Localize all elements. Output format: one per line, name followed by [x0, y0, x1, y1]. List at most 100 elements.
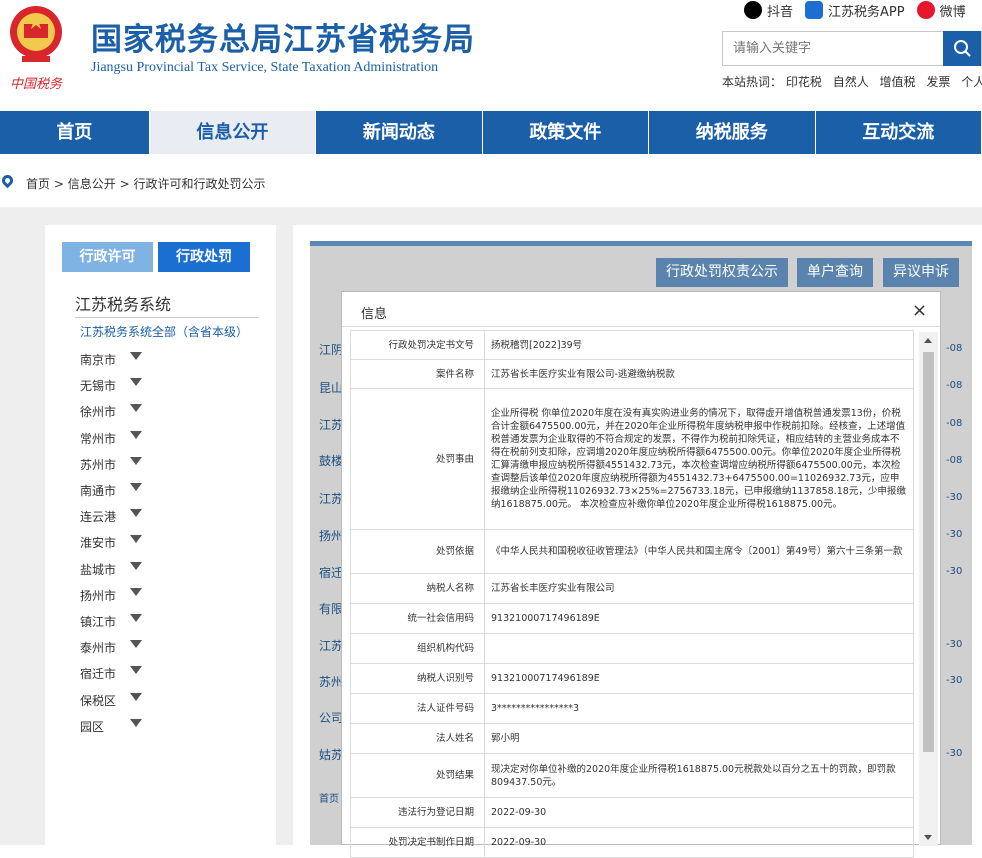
table-row-date: -08: [946, 343, 963, 354]
dialog-scrollbar[interactable]: [919, 332, 938, 846]
hot-word[interactable]: 个人: [961, 75, 982, 89]
nav-tax-service[interactable]: 纳税服务: [649, 111, 816, 154]
hot-word[interactable]: 增值税: [880, 75, 916, 89]
field-label: 统一社会信用码: [350, 603, 485, 634]
nav-interaction[interactable]: 互动交流: [816, 111, 982, 154]
sidebar-item-all[interactable]: 江苏税务系统全部（含省本级）: [80, 323, 248, 340]
top-link-douyin[interactable]: 抖音: [744, 0, 793, 20]
table-row-label[interactable]: 扬州: [319, 527, 343, 544]
sidebar-item-city[interactable]: 盐城市: [80, 561, 142, 578]
field-value: 企业所得税 你单位2020年度在没有真实购进业务的情况下，取得虚开增值税普通发票…: [484, 388, 914, 530]
chevron-down-icon[interactable]: [130, 509, 142, 518]
table-row-label[interactable]: 首页: [319, 790, 339, 805]
sidebar-item-city[interactable]: 常州市: [80, 430, 142, 447]
system-heading: 江苏税务系统: [75, 295, 172, 314]
nav-info-public[interactable]: 信息公开: [149, 111, 317, 154]
search-input[interactable]: [723, 32, 945, 65]
weibo-icon: [916, 1, 935, 19]
dialog-title: 信息: [361, 307, 388, 322]
table-row-label[interactable]: 江苏: [319, 637, 343, 654]
hot-word[interactable]: 印花税: [786, 75, 822, 89]
breadcrumb-home[interactable]: 首页: [26, 177, 50, 191]
divider: [342, 326, 940, 327]
field-value: 《中华人民共和国税收征收管理法》（中华人民共和国主席令〔2001〕第49号）第六…: [484, 529, 914, 574]
table-row-label[interactable]: 姑苏: [319, 746, 343, 763]
sidebar-item-city[interactable]: 徐州市: [80, 403, 142, 420]
table-row-label[interactable]: 鼓楼: [319, 452, 343, 469]
scrollbar-thumb[interactable]: [923, 352, 934, 752]
sidebar-item-city[interactable]: 宿迁市: [80, 665, 142, 682]
breadcrumb: 首页 > 信息公开 > 行政许可和行政处罚公示: [0, 154, 982, 207]
chevron-down-icon[interactable]: [130, 718, 142, 727]
sidebar-item-city[interactable]: 苏州市: [80, 456, 142, 473]
sidebar-item-city[interactable]: 南通市: [80, 482, 142, 499]
top-link-app[interactable]: 江苏税务APP: [805, 0, 905, 20]
table-row: 纳税人识别号 91321000717496189E: [350, 663, 914, 694]
sidebar-item-city[interactable]: 淮安市: [80, 534, 142, 551]
chevron-down-icon[interactable]: [130, 561, 142, 570]
field-label: 纳税人识别号: [350, 663, 485, 694]
table-row: 处罚决定书制作日期 2022-09-30: [350, 827, 914, 858]
appeal-button[interactable]: 异议申诉: [883, 258, 959, 287]
hot-word[interactable]: 发票: [926, 75, 950, 89]
sidebar-item-city[interactable]: 南京市: [80, 351, 142, 368]
table-row-date: -08: [946, 455, 963, 466]
single-query-button[interactable]: 单户查询: [797, 258, 873, 287]
table-row-date: -30: [946, 675, 963, 686]
field-label: 处罚依据: [350, 529, 485, 574]
sidebar-item-city[interactable]: 扬州市: [80, 587, 142, 604]
sidebar-item-city[interactable]: 镇江市: [80, 613, 142, 630]
chevron-down-icon[interactable]: [130, 535, 142, 544]
table-row-label[interactable]: 江苏: [319, 490, 343, 507]
field-value: [484, 633, 914, 664]
tax-emblem-logo[interactable]: 中国税务: [4, 2, 68, 94]
hot-word[interactable]: 自然人: [833, 75, 869, 89]
svg-text:中国税务: 中国税务: [10, 77, 63, 92]
breadcrumb-current[interactable]: 行政许可和行政处罚公示: [133, 177, 265, 191]
sidebar-item-city[interactable]: 无锡市: [80, 377, 142, 394]
close-icon[interactable]: ×: [912, 300, 927, 321]
sidebar-item-city[interactable]: 连云港: [80, 508, 142, 525]
table-row-label[interactable]: 昆山: [319, 379, 343, 396]
sidebar-item-city[interactable]: 保税区: [80, 692, 142, 709]
scroll-down-icon[interactable]: [924, 835, 932, 840]
table-row-label[interactable]: 有限: [319, 600, 343, 617]
table-row-label[interactable]: 江苏: [319, 416, 343, 433]
table-row: 统一社会信用码 91321000717496189E: [350, 603, 914, 634]
table-row-label[interactable]: 苏州: [319, 673, 343, 690]
nav-home[interactable]: 首页: [0, 111, 150, 154]
field-value: 扬税稽罚[2022]39号: [484, 330, 914, 360]
table-row-label[interactable]: 江阴: [319, 341, 343, 358]
table-row-date: -08: [946, 418, 963, 429]
top-link-weibo[interactable]: 微博: [916, 0, 966, 20]
nav-policy[interactable]: 政策文件: [483, 111, 650, 154]
penalty-duty-button[interactable]: 行政处罚权责公示: [656, 258, 788, 287]
tab-permit[interactable]: 行政许可: [62, 242, 153, 272]
sidebar-item-city[interactable]: 泰州市: [80, 639, 142, 656]
chevron-down-icon[interactable]: [130, 352, 142, 360]
nav-news[interactable]: 新闻动态: [316, 111, 483, 154]
field-label: 违法行为登记日期: [350, 797, 485, 828]
table-row: 处罚事由 企业所得税 你单位2020年度在没有真实购进业务的情况下，取得虚开增值税…: [350, 388, 914, 530]
chevron-down-icon[interactable]: [130, 483, 142, 491]
tab-penalty[interactable]: 行政处罚: [158, 242, 250, 272]
table-row-label[interactable]: 宿迁: [319, 564, 343, 581]
scroll-up-icon[interactable]: [924, 338, 932, 343]
chevron-down-icon[interactable]: [130, 640, 142, 649]
search-button[interactable]: [943, 31, 981, 66]
field-label: 组织机构代码: [350, 633, 485, 664]
sidebar-item-city[interactable]: 园区: [80, 718, 142, 735]
chevron-down-icon[interactable]: [130, 666, 142, 675]
chevron-down-icon[interactable]: [130, 692, 142, 701]
site-header: 中国税务 国家税务总局江苏省税务局 Jiangsu Provincial Tax…: [0, 0, 982, 111]
chevron-down-icon[interactable]: [130, 378, 142, 387]
chevron-down-icon[interactable]: [130, 430, 142, 439]
chevron-down-icon[interactable]: [130, 456, 142, 465]
chevron-down-icon[interactable]: [130, 614, 142, 622]
divider: [75, 317, 258, 318]
chevron-down-icon[interactable]: [130, 404, 142, 413]
main-nav: 首页 信息公开 新闻动态 政策文件 纳税服务 互动交流: [0, 111, 982, 154]
breadcrumb-info[interactable]: 信息公开: [68, 177, 116, 191]
table-row-label[interactable]: 公司: [319, 709, 343, 726]
chevron-down-icon[interactable]: [130, 587, 142, 596]
